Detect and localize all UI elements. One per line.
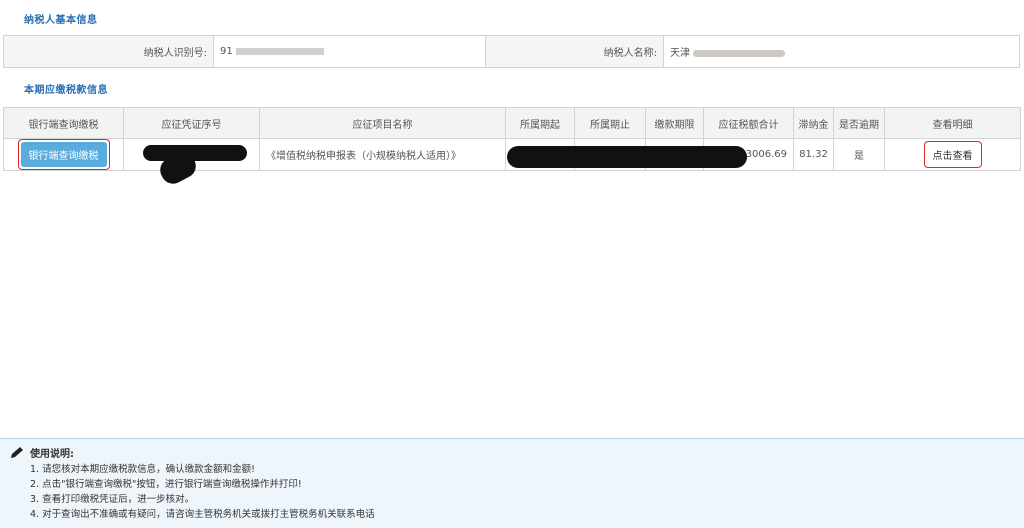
taxpayer-id-label: 纳税人识别号: (3, 35, 214, 68)
guide-list: 1. 请您核对本期应缴税款信息，确认缴款金额和金额! 2. 点击"银行端查询缴税… (10, 462, 1014, 522)
taxpayer-name-value: 天津 (663, 35, 1020, 68)
cell-item-name: 《增值税纳税申报表（小规模纳税人适用）》 (259, 138, 506, 171)
basic-info-table: 纳税人识别号: 91 纳税人名称: 天津 (3, 35, 1020, 68)
view-detail-link[interactable]: 点击查看 (927, 144, 979, 165)
guide-item: 2. 点击"银行端查询缴税"按钮，进行银行端查询缴税操作并打印! (30, 479, 302, 490)
guide-header: 使用说明: (10, 445, 1014, 460)
col-header-voucher: 应征凭证序号 (123, 107, 260, 139)
col-header-deadline: 缴款期限 (645, 107, 704, 139)
detail-link-highlight: 点击查看 (923, 141, 982, 168)
pay-button-highlight: 银行端查询缴税 (17, 139, 110, 170)
cell-late-fee: 81.32 (793, 138, 834, 171)
col-header-detail: 查看明细 (884, 107, 1021, 139)
col-header-period-start: 所属期起 (505, 107, 575, 139)
taxpayer-id-value: 91 (213, 35, 486, 68)
cell-detail: 点击查看 (884, 138, 1021, 171)
col-header-period-end: 所属期止 (574, 107, 646, 139)
pencil-icon (11, 446, 23, 458)
taxpayer-name-text: 天津 (670, 48, 690, 59)
col-header-item: 应征项目名称 (259, 107, 506, 139)
masked-taxpayer-id (235, 47, 324, 55)
basic-info-title: 纳税人基本信息 (24, 15, 98, 26)
col-header-total: 应征税额合计 (703, 107, 794, 139)
cell-overdue: 是 (833, 138, 885, 171)
table-header-row: 银行端查询缴税 应征凭证序号 应征项目名称 所属期起 所属期止 缴款期限 应征税… (3, 107, 1021, 139)
usage-guide-panel: 使用说明: 1. 请您核对本期应缴税款信息，确认缴款金额和金额! 2. 点击"银… (0, 438, 1024, 528)
taxpayer-id-text: 91 (220, 46, 233, 57)
guide-item: 1. 请您核对本期应缴税款信息，确认缴款金额和金额! (30, 464, 255, 475)
guide-item: 3. 查看打印缴税凭证后，进一步核对。 (30, 494, 195, 505)
masked-taxpayer-name (693, 49, 786, 57)
col-header-late-fee: 滞纳金 (793, 107, 834, 139)
taxpayer-name-label: 纳税人名称: (485, 35, 664, 68)
redaction-mark-periods (507, 146, 747, 168)
cell-pay: 银行端查询缴税 (3, 138, 124, 171)
guide-title: 使用说明: (30, 449, 74, 460)
tax-info-title: 本期应缴税款信息 (24, 85, 108, 96)
col-header-overdue: 是否逾期 (833, 107, 885, 139)
guide-item: 4. 对于查询出不准确或有疑问，请咨询主管税务机关或拨打主管税务机关联系电话 (30, 509, 375, 520)
redaction-mark-voucher (143, 145, 247, 161)
col-header-pay: 银行端查询缴税 (3, 107, 124, 139)
bank-query-pay-button[interactable]: 银行端查询缴税 (20, 142, 107, 167)
